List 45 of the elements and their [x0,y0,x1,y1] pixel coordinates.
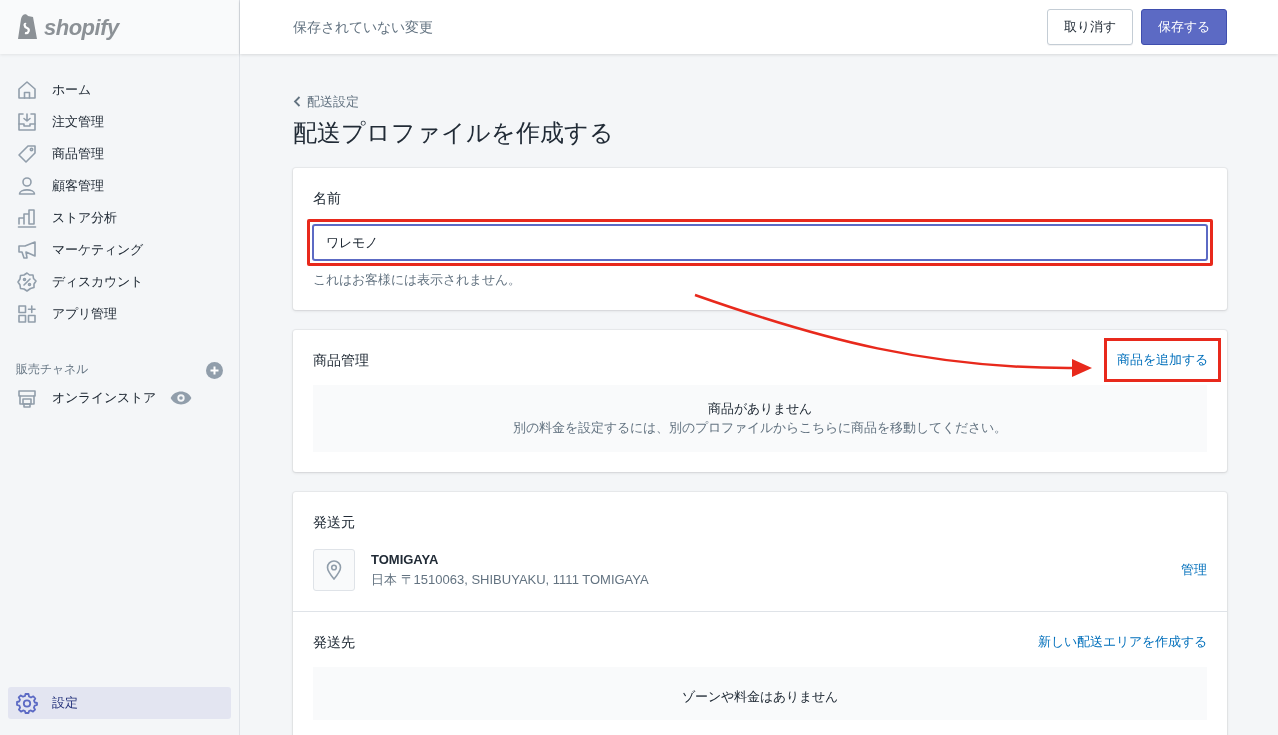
section-heading: 販売チャネル [16,362,88,378]
unsaved-changes-message: 保存されていない変更 [293,17,433,37]
input-field[interactable]: ワレモノ [312,223,1208,262]
save-button[interactable]: 保存する [1141,9,1227,45]
page-title: 配送プロファイルを作成する [293,118,615,148]
logo-text: shopify [44,13,119,42]
help-text: これはお客様には表示されません。 [313,271,522,290]
sidebar-item[interactable]: マーケティング [8,234,231,266]
discount-icon [16,271,38,293]
sidebar-item[interactable]: 設定 [8,687,231,719]
person-icon [16,175,38,197]
apps-icon [16,303,38,325]
sidebar-item[interactable]: アプリ管理 [8,298,231,330]
map-pin-icon [326,559,342,580]
empty-state-title: ゾーンや料金はありません [681,687,839,706]
megaphone-icon [16,239,38,261]
inbox-icon [16,111,38,133]
field-label: 名前 [313,188,342,208]
breadcrumb-link[interactable]: 配送設定 [293,92,359,112]
add-icon[interactable] [206,361,223,379]
chevron-left-icon [293,96,301,108]
settings-icon [16,692,38,714]
sidebar-item[interactable]: 顧客管理 [8,170,231,202]
card-title: 商品管理 [313,350,369,370]
location-address: 日本 〒1510063, SHIBUYAKU, 1111 TOMIGAYA [371,570,649,589]
bar-chart-icon [16,207,38,229]
sidebar-item[interactable]: ディスカウント [8,266,231,298]
storefront-icon [16,387,38,409]
manage-link[interactable]: 管理 [1181,559,1207,580]
sidebar-item[interactable]: 注文管理 [8,106,231,138]
home-icon [16,79,38,101]
create-zone-link[interactable]: 新しい配送エリアを作成する [1038,632,1207,652]
tag-icon [16,143,38,165]
add-products-link[interactable]: 商品を追加する [1117,352,1208,368]
sidebar-item[interactable]: ホーム [8,74,231,106]
sidebar-item[interactable]: ストア分析 [8,202,231,234]
sidebar-item[interactable]: オンラインストア [8,382,231,414]
cancel-button[interactable]: 取り消す [1047,9,1133,45]
card-title: 発送先 [313,632,355,652]
card-title: 発送元 [313,512,356,532]
empty-state-text: 別の料金を設定するには、別のプロファイルからこちらに商品を移動してください。 [512,419,1008,438]
shopping-bag-logo-icon [16,13,40,41]
sidebar-item[interactable]: 商品管理 [8,138,231,170]
location-name: TOMIGAYA [371,551,440,570]
empty-state-title: 商品がありません [707,399,813,418]
